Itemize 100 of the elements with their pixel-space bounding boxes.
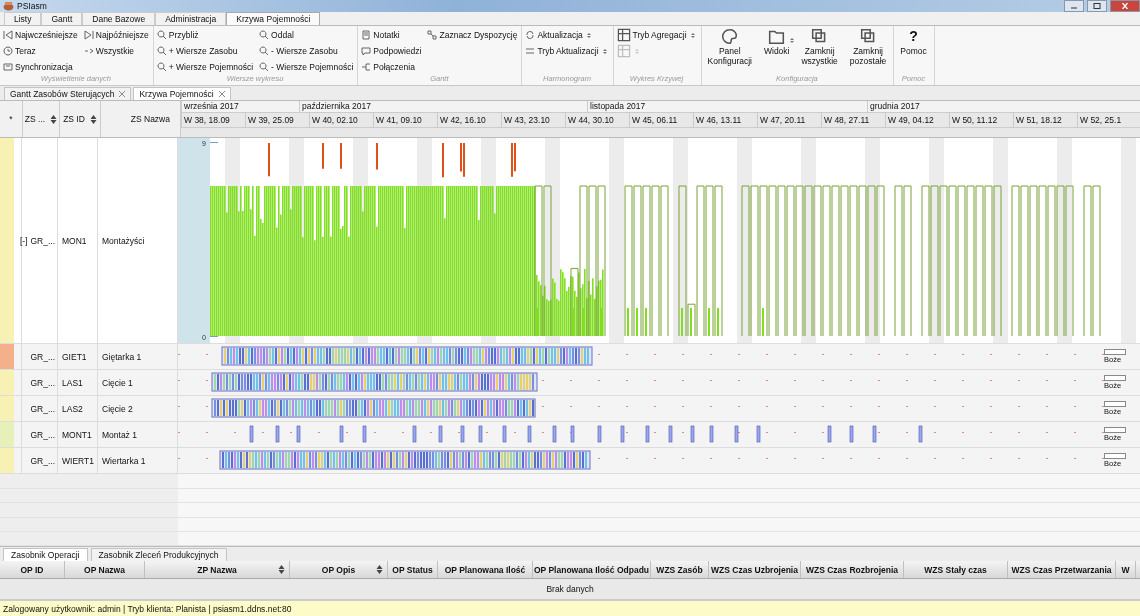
ribbon-button[interactable]: - Wiersze Zasobu xyxy=(259,44,354,59)
panel-tab[interactable]: Zasobnik Zleceń Produkcyjnych xyxy=(90,548,227,562)
ribbon-button[interactable]: Widoki xyxy=(760,28,793,75)
ribbon-button[interactable]: + Wiersze Pojemności xyxy=(156,60,254,75)
skip-end-icon xyxy=(83,30,94,41)
ribbon-tab[interactable]: Administracja xyxy=(155,12,227,26)
ribbon-button[interactable]: Połączenia xyxy=(361,60,422,75)
magnifier-icon xyxy=(259,62,270,73)
ribbon-button[interactable]: Teraz xyxy=(3,44,78,59)
table-cell: Giętarka 1 xyxy=(102,351,142,362)
table-cell: MONT1 xyxy=(62,429,92,440)
refresh-icon xyxy=(525,30,536,41)
app-icon xyxy=(3,1,14,12)
magnifier-icon xyxy=(156,30,167,41)
document-tab[interactable]: Gantt Zasobów Sterujących xyxy=(4,87,132,101)
lines-icon xyxy=(525,46,536,57)
ribbon-tab[interactable]: Dane Bazowe xyxy=(82,12,156,26)
column-header[interactable]: OP Status xyxy=(388,561,438,579)
selection-icon xyxy=(427,30,438,41)
end-marker xyxy=(1104,401,1126,408)
speech-bubble-icon xyxy=(361,46,372,57)
column-header[interactable]: OP Nazwa xyxy=(65,561,145,579)
column-header[interactable]: WZS Czas Rozbrojenia xyxy=(801,561,904,579)
month-label: września 2017 xyxy=(181,101,299,113)
table-cell: LAS2 xyxy=(62,403,83,414)
ribbon-button[interactable]: Wszystkie xyxy=(83,44,149,59)
close-icon xyxy=(1121,3,1129,10)
ribbon-button[interactable]: Zaznacz Dyspozycję xyxy=(427,28,518,43)
magnifier-icon xyxy=(259,30,270,41)
month-label: października 2017 xyxy=(299,101,587,113)
ribbon-button[interactable]: Zamknij pozostałe xyxy=(846,28,890,75)
week-label: W 47, 20.11 xyxy=(757,113,821,128)
ribbon-tab[interactable]: Krzywa Pojemności xyxy=(226,12,321,26)
column-header[interactable]: OP Planowana Ilość Odpadu xyxy=(533,561,651,579)
column-header[interactable]: ZS Nazwa xyxy=(101,101,181,138)
ribbon-button[interactable]: Najwcześniejsze xyxy=(3,28,78,43)
week-label: W 42, 16.10 xyxy=(437,113,501,128)
ribbon-button[interactable]: Podpowiedzi xyxy=(361,44,422,59)
ribbon-button[interactable]: ? Pomoc xyxy=(897,28,930,75)
end-marker xyxy=(1104,427,1126,434)
close-button[interactable] xyxy=(1110,0,1140,13)
column-header[interactable]: W xyxy=(1116,561,1136,579)
table-cell: MON1 xyxy=(62,235,87,246)
palette-icon xyxy=(721,28,739,46)
ribbon-button[interactable]: Najpóźniejsze xyxy=(83,28,149,43)
week-label: W 45, 06.11 xyxy=(629,113,693,128)
ribbon-button[interactable]: Tryb Agregacji xyxy=(616,28,697,43)
ribbon-button[interactable]: Synchronizacja xyxy=(3,60,78,75)
panel-tab[interactable]: Zasobnik Operacji xyxy=(3,548,88,562)
document-tab[interactable]: Krzywa Pojemności xyxy=(133,87,231,101)
week-label: W 39, 25.09 xyxy=(245,113,309,128)
ribbon-button[interactable]: Oddal xyxy=(259,28,354,43)
question-mark-icon: ? xyxy=(909,28,918,46)
close-icon xyxy=(218,91,225,98)
magnifier-icon xyxy=(156,62,167,73)
empty-message: Brak danych xyxy=(546,584,594,595)
maximize-button[interactable] xyxy=(1087,0,1107,13)
column-header[interactable]: WZS Stały czas xyxy=(904,561,1008,579)
column-header[interactable]: WZS Zasób xyxy=(651,561,709,579)
column-header[interactable]: ZS ID xyxy=(60,101,101,138)
week-label: W 51, 18.12 xyxy=(1013,113,1077,128)
ribbon-button[interactable]: Przybliż xyxy=(156,28,254,43)
ribbon-button[interactable]: - Wiersze Pojemności xyxy=(259,60,354,75)
note-icon xyxy=(361,30,372,41)
column-header[interactable]: OP ID xyxy=(0,561,65,579)
column-header[interactable]: ZP Nazwa xyxy=(145,561,290,579)
table-icon xyxy=(616,28,631,43)
collapse-toggle[interactable]: [-] xyxy=(19,235,28,246)
ribbon-tab[interactable]: Listy xyxy=(4,12,42,26)
week-label: W 41, 09.10 xyxy=(373,113,437,128)
column-header[interactable]: * xyxy=(0,101,23,138)
week-label: W 38, 18.09 xyxy=(181,113,245,128)
ribbon-tab[interactable]: Gantt xyxy=(41,12,83,26)
table-icon xyxy=(616,44,631,59)
column-header[interactable]: OP Opis xyxy=(290,561,388,579)
column-header[interactable]: OP Planowana Ilość xyxy=(438,561,533,579)
column-header[interactable]: ZS ... xyxy=(23,101,60,138)
skip-start-icon xyxy=(3,30,13,41)
ribbon-button[interactable]: Tryb Aktualizacji xyxy=(525,44,609,59)
ribbon-button[interactable]: Zamknij wszystkie xyxy=(798,28,841,75)
ribbon-button[interactable]: Aktualizacja xyxy=(525,28,609,43)
folder-icon xyxy=(768,28,786,46)
ribbon-button[interactable]: Notatki xyxy=(361,28,422,43)
table-cell: Cięcie 2 xyxy=(102,403,133,414)
column-header[interactable]: WZS Czas Przetwarzania xyxy=(1008,561,1116,579)
table-cell: GR_... xyxy=(30,455,55,466)
maximize-icon xyxy=(1093,3,1101,10)
table-cell: LAS1 xyxy=(62,377,83,388)
month-label: grudnia 2017 xyxy=(867,101,1140,113)
close-icon xyxy=(119,91,126,98)
connector-icon xyxy=(361,62,372,73)
table-cell: GR_... xyxy=(30,235,55,246)
status-text: Zalogowany użytkownik: admin | Tryb klienta: Planista | psiasm1.ddns.net:80 xyxy=(3,603,292,614)
column-header[interactable]: WZS Czas Uzbrojenia xyxy=(709,561,801,579)
end-marker xyxy=(1104,453,1126,460)
ribbon-button[interactable]: Panel Konfiguracji xyxy=(704,28,755,75)
magnifier-icon xyxy=(156,46,167,57)
end-marker xyxy=(1104,349,1126,356)
table-cell: GIET1 xyxy=(62,351,87,362)
ribbon-button[interactable]: + Wiersze Zasobu xyxy=(156,44,254,59)
